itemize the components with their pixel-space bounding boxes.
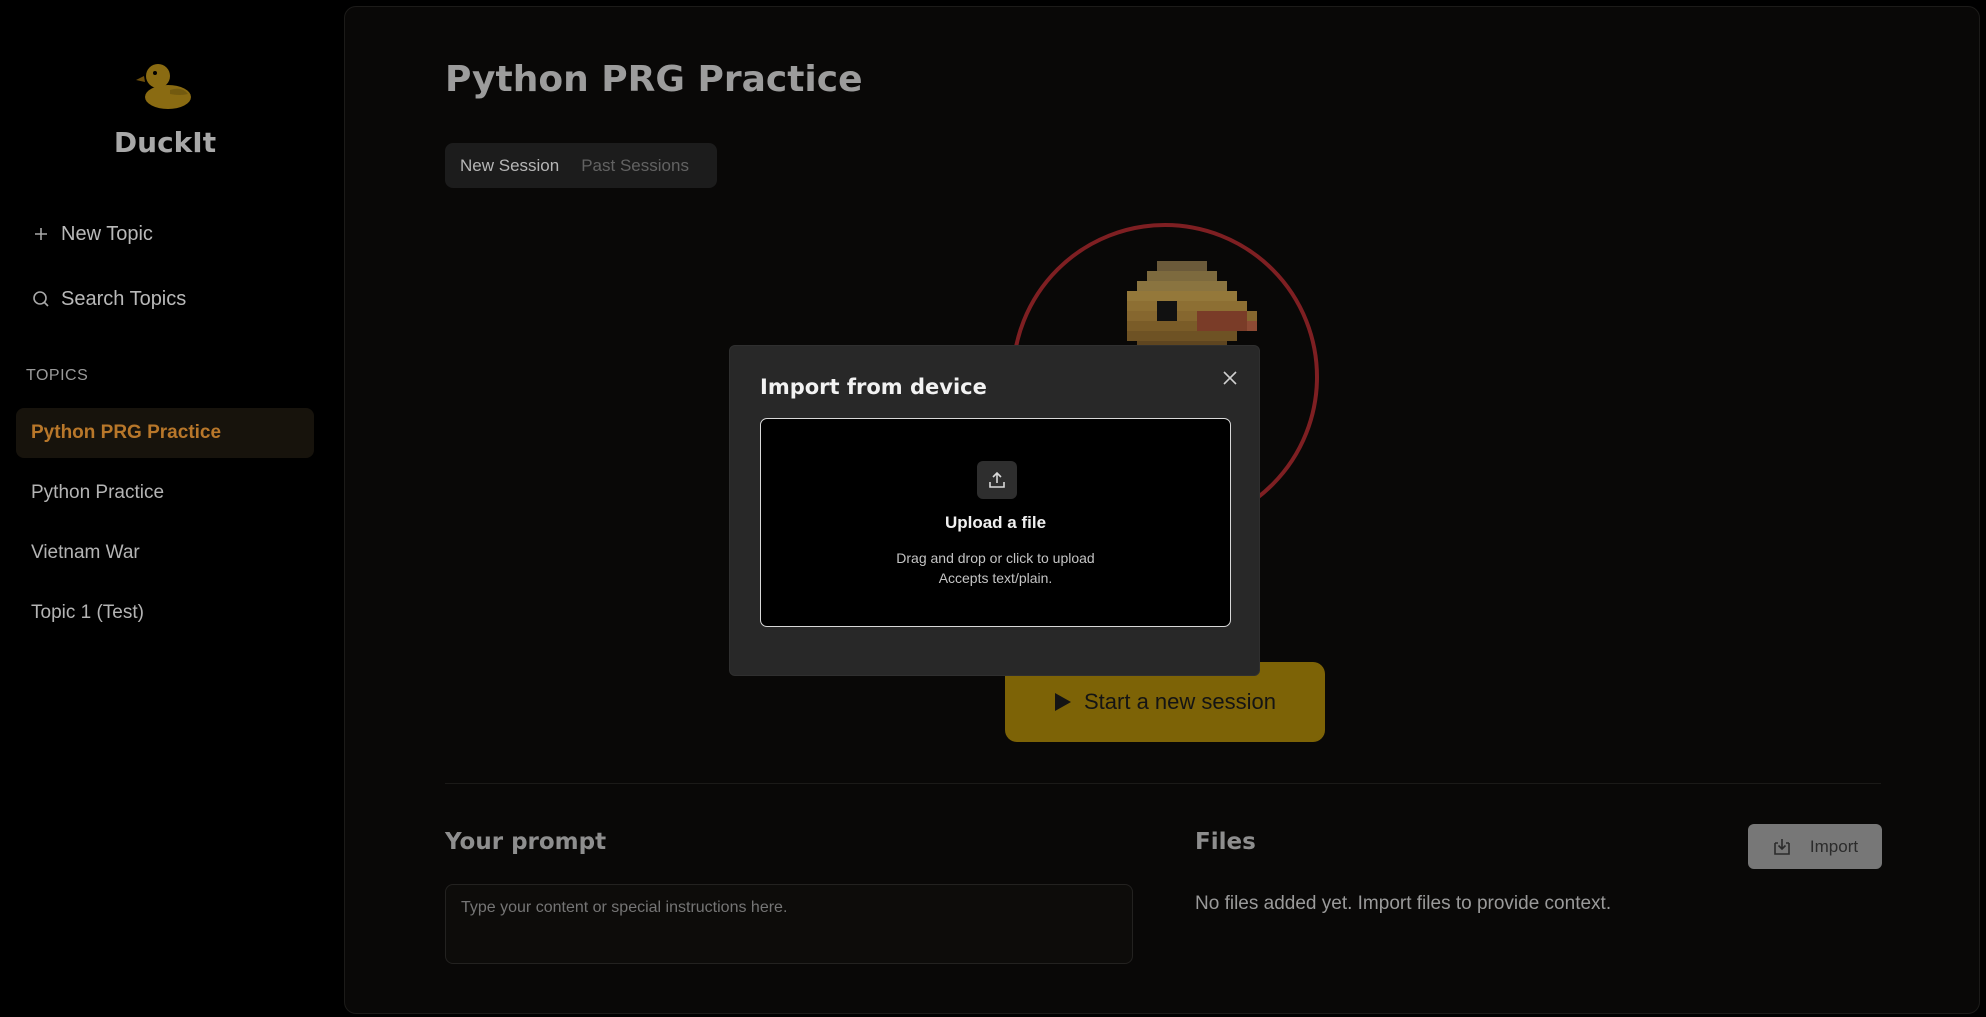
upload-title: Upload a file [944,513,1047,532]
tab-new-session[interactable]: New Session [453,148,566,184]
modal-title: Import from device [760,375,987,399]
session-tabs: New Session Past Sessions [445,143,717,188]
prompt-input[interactable] [445,884,1133,964]
files-title: Files [1195,829,1256,855]
close-icon [1223,371,1237,385]
sidebar-item-topic-1-test[interactable]: Topic 1 (Test) [16,588,314,638]
upload-instruction: Drag and drop or click to upload [896,550,1095,566]
new-topic-label: New Topic [61,222,153,245]
section-divider [445,783,1881,784]
sidebar-item-vietnam-war[interactable]: Vietnam War [16,528,314,578]
files-empty-message: No files added yet. Import files to prov… [1195,893,1612,914]
duck-icon [136,64,191,109]
new-topic-button[interactable]: New Topic [31,216,153,252]
sidebar-item-python-prg-practice[interactable]: Python PRG Practice [16,408,314,458]
brand-name: DuckIt [113,126,217,159]
search-topics-button[interactable]: Search Topics [31,281,186,317]
plus-icon [31,224,51,244]
upload-accepts: Accepts text/plain. [938,570,1053,586]
search-topics-label: Search Topics [61,287,187,310]
file-dropzone[interactable]: Upload a file Drag and drop or click to … [760,418,1231,627]
upload-icon-box [977,461,1017,499]
search-icon [31,289,51,309]
start-session-label: Start a new session [1084,689,1276,714]
app-root: DuckIt New Topic Search Topics TOPICS Py… [0,0,1986,1017]
sidebar-item-python-practice[interactable]: Python Practice [16,468,314,518]
close-button[interactable] [1219,367,1241,389]
upload-icon [989,471,1005,488]
logo[interactable]: DuckIt [0,60,330,159]
import-icon [1772,837,1792,857]
import-button[interactable]: Import [1748,824,1882,869]
sidebar: DuckIt New Topic Search Topics TOPICS Py… [0,0,344,1017]
prompt-title: Your prompt [445,829,607,855]
upload-description: Drag and drop or click to upload Accepts… [761,548,1230,588]
import-label: Import [1809,836,1859,856]
import-modal: Import from device Upload a file Drag an… [729,345,1260,676]
tab-past-sessions[interactable]: Past Sessions [574,148,696,184]
play-icon [1055,693,1071,711]
topics-heading: TOPICS [26,367,89,384]
page-title: Python PRG Practice [445,59,863,100]
topic-list: Python PRG Practice Python Practice Viet… [16,408,314,648]
